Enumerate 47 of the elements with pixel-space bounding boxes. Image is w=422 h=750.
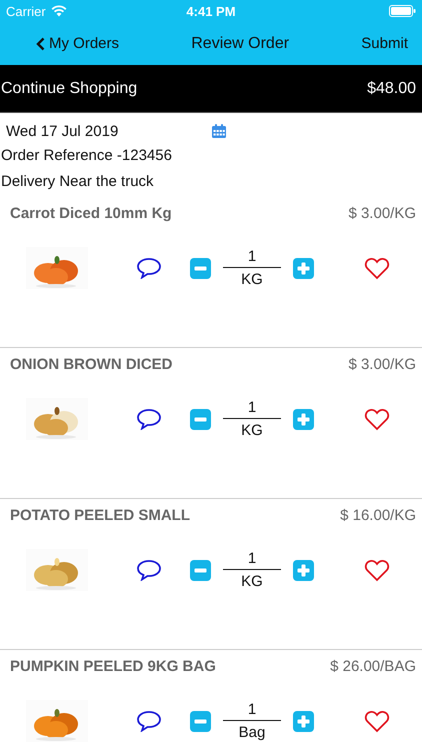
comment-icon[interactable] [136, 710, 162, 732]
back-button[interactable]: My Orders [36, 35, 120, 52]
heart-icon[interactable] [364, 408, 390, 430]
heart-icon[interactable] [364, 558, 390, 582]
product-price: $ 3.00/KG [348, 356, 416, 373]
product-name: PUMPKIN PEELED 9KG BAG [10, 658, 216, 675]
calendar-icon[interactable] [211, 123, 227, 139]
comment-icon[interactable] [136, 559, 162, 581]
quantity-value: 1 [223, 550, 281, 570]
battery-icon [389, 5, 416, 17]
product-name: ONION BROWN DICED [10, 356, 172, 373]
comment-icon[interactable] [136, 408, 162, 430]
product-name: POTATO PEELED SMALL [10, 507, 190, 524]
plus-button[interactable] [293, 408, 314, 430]
quantity-unit: KG [241, 421, 263, 439]
product-price: $ 16.00/KG [340, 507, 416, 524]
clock-time: 4:41 PM [186, 4, 236, 18]
continue-shopping-bar[interactable]: Continue Shopping $48.00 [0, 65, 422, 113]
product-price: $ 3.00/KG [348, 205, 416, 222]
order-total: $48.00 [367, 80, 416, 98]
plus-button[interactable] [293, 710, 314, 732]
order-reference: Order Reference -123456 [1, 146, 173, 166]
submit-button[interactable]: Submit [361, 35, 408, 52]
delivery-date: Wed 17 Jul 2019 [5, 122, 120, 140]
heart-icon[interactable] [364, 256, 390, 280]
carrier-label: Carrier [6, 4, 46, 18]
minus-button[interactable] [190, 560, 211, 580]
product-price: $ 26.00/BAG [330, 658, 416, 675]
chevron-left-icon [36, 36, 45, 50]
continue-shopping-label: Continue Shopping [1, 80, 138, 98]
quantity-value: 1 [223, 248, 281, 268]
quantity-value: 1 [223, 399, 281, 419]
plus-button[interactable] [293, 258, 314, 278]
minus-button[interactable] [190, 710, 211, 732]
product-name: Carrot Diced 10mm Kg [10, 205, 172, 222]
plus-button[interactable] [293, 560, 314, 580]
quantity-unit: KG [241, 270, 263, 288]
heart-icon[interactable] [364, 710, 390, 732]
minus-button[interactable] [190, 408, 211, 430]
comment-icon[interactable] [136, 257, 162, 279]
delivery-note: Delivery Near the truck [1, 172, 155, 192]
wifi-icon [50, 5, 67, 17]
quantity-unit: KG [241, 572, 263, 590]
screen-title: Review Order [191, 34, 290, 52]
quantity-unit: Bag [238, 723, 266, 741]
quantity-value: 1 [223, 701, 281, 721]
minus-button[interactable] [190, 258, 211, 278]
